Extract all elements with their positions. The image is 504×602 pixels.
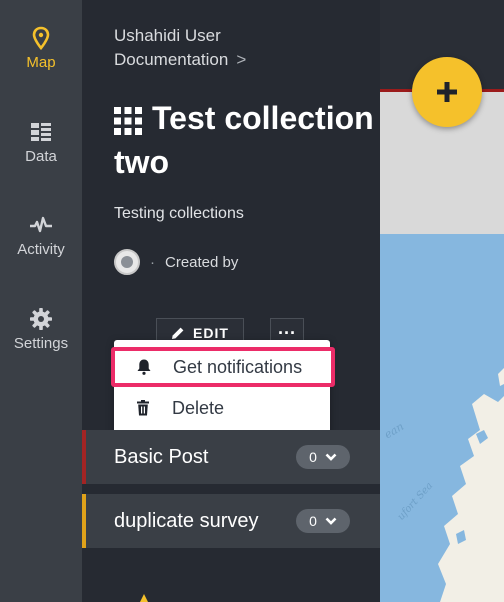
pencil-icon bbox=[172, 327, 184, 339]
main-nav-rail: Map Data Activity Settings bbox=[0, 0, 82, 602]
map-view[interactable]: ean ufort Sea bbox=[380, 234, 504, 602]
post-name: duplicate survey bbox=[114, 509, 259, 532]
breadcrumb[interactable]: Ushahidi User Documentation > bbox=[114, 24, 314, 72]
menu-item-get-notifications[interactable]: Get notifications bbox=[111, 347, 335, 387]
nav-label-map: Map bbox=[26, 54, 56, 71]
separator-dot: · bbox=[150, 253, 155, 271]
menu-item-label: Get notifications bbox=[173, 356, 303, 377]
menu-item-label: Delete bbox=[172, 397, 225, 418]
bell-icon bbox=[137, 359, 151, 375]
post-count: 0 bbox=[309, 513, 317, 529]
chevron-down-icon bbox=[325, 517, 337, 525]
list-item-duplicate-survey[interactable]: duplicate survey 0 bbox=[82, 494, 380, 548]
post-count-badge[interactable]: 0 bbox=[296, 445, 350, 469]
nav-item-activity[interactable]: Activity bbox=[0, 213, 82, 258]
nav-item-settings[interactable]: Settings bbox=[0, 307, 82, 352]
created-by-label: Created by bbox=[165, 253, 239, 271]
edit-button-label: EDIT bbox=[193, 325, 229, 341]
survey-color-bar bbox=[82, 494, 86, 548]
data-list-icon bbox=[31, 123, 51, 141]
chevron-down-icon bbox=[325, 453, 337, 461]
collection-grid-icon bbox=[114, 106, 142, 135]
avatar-globe-icon bbox=[121, 256, 133, 268]
map-land-shapes bbox=[438, 368, 504, 602]
gear-icon bbox=[30, 308, 52, 330]
breadcrumb-label: Ushahidi User Documentation bbox=[114, 26, 229, 69]
partial-icon bbox=[140, 594, 148, 602]
created-by-row: · Created by bbox=[114, 248, 238, 276]
breadcrumb-separator: > bbox=[236, 50, 247, 69]
nav-label-settings: Settings bbox=[13, 335, 69, 352]
page-title: Test collection two bbox=[114, 96, 374, 184]
nav-label-data: Data bbox=[25, 148, 57, 165]
post-count-badge[interactable]: 0 bbox=[296, 509, 350, 533]
nav-label-activity: Activity bbox=[17, 241, 65, 258]
collection-options-menu: Get notifications Delete bbox=[111, 340, 335, 438]
collection-description: Testing collections bbox=[114, 205, 244, 222]
avatar[interactable] bbox=[114, 249, 140, 275]
survey-color-bar bbox=[82, 430, 86, 484]
post-count: 0 bbox=[309, 449, 317, 465]
activity-pulse-icon bbox=[30, 216, 52, 233]
collection-title: Test collection two bbox=[114, 100, 374, 180]
nav-item-data[interactable]: Data bbox=[0, 120, 82, 165]
menu-item-delete[interactable]: Delete bbox=[114, 390, 330, 426]
post-name: Basic Post bbox=[114, 445, 209, 468]
plus-icon bbox=[437, 82, 457, 102]
add-post-button[interactable] bbox=[412, 57, 482, 127]
nav-item-map[interactable]: Map bbox=[0, 26, 82, 71]
list-item-basic-post[interactable]: Basic Post 0 bbox=[82, 430, 380, 484]
trash-icon bbox=[137, 400, 149, 416]
map-pin-icon bbox=[32, 26, 50, 50]
